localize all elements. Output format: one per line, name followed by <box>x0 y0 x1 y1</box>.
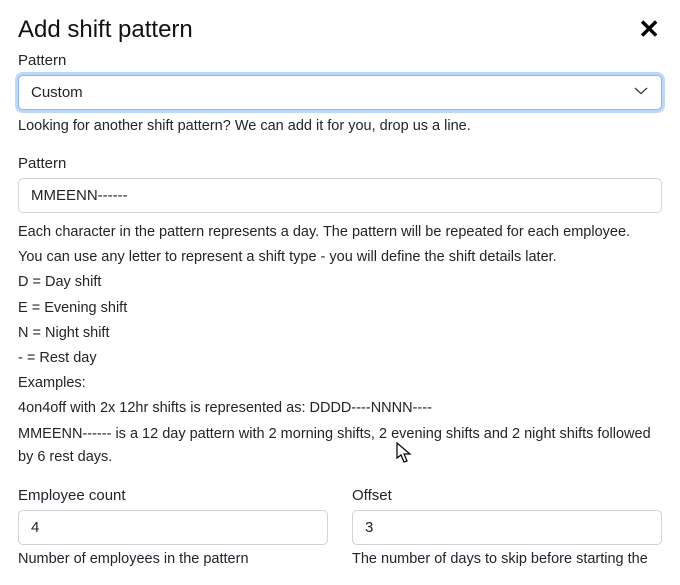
offset-col: Offset The number of days to skip before… <box>352 487 662 569</box>
pattern-text-label: Pattern <box>18 155 662 172</box>
example-line: MMEENN------ is a 12 day pattern with 2 … <box>18 423 662 469</box>
employee-count-label: Employee count <box>18 487 328 504</box>
legend-item: N = Night shift <box>18 322 662 345</box>
offset-label: Offset <box>352 487 662 504</box>
add-shift-pattern-modal: Add shift pattern ✕ Pattern Looking for … <box>0 0 680 585</box>
close-button[interactable]: ✕ <box>636 16 662 42</box>
employee-count-col: Employee count Number of employees in th… <box>18 487 328 569</box>
modal-title: Add shift pattern <box>18 16 193 44</box>
example-line: 4on4off with 2x 12hr shifts is represent… <box>18 397 662 420</box>
pattern-text-input[interactable] <box>18 178 662 213</box>
legend-item: E = Evening shift <box>18 297 662 320</box>
close-icon: ✕ <box>638 14 660 44</box>
desc-line: You can use any letter to represent a sh… <box>18 246 662 269</box>
modal-header: Add shift pattern ✕ <box>18 16 662 44</box>
pattern-select-section: Pattern Looking for another shift patter… <box>18 52 662 137</box>
legend-item: D = Day shift <box>18 271 662 294</box>
desc-line: Each character in the pattern represents… <box>18 221 662 244</box>
count-offset-row: Employee count Number of employees in th… <box>18 487 662 569</box>
employee-count-input[interactable] <box>18 510 328 545</box>
pattern-select-help: Looking for another shift pattern? We ca… <box>18 116 662 137</box>
pattern-text-section: Pattern Each character in the pattern re… <box>18 155 662 469</box>
employee-count-help: Number of employees in the pattern <box>18 549 328 569</box>
offset-help: The number of days to skip before starti… <box>352 549 662 569</box>
pattern-select[interactable] <box>18 75 662 110</box>
pattern-select-label: Pattern <box>18 52 662 69</box>
pattern-description: Each character in the pattern represents… <box>18 221 662 469</box>
examples-heading: Examples: <box>18 372 662 395</box>
pattern-select-wrapper <box>18 75 662 110</box>
offset-input[interactable] <box>352 510 662 545</box>
legend-item: - = Rest day <box>18 347 662 370</box>
